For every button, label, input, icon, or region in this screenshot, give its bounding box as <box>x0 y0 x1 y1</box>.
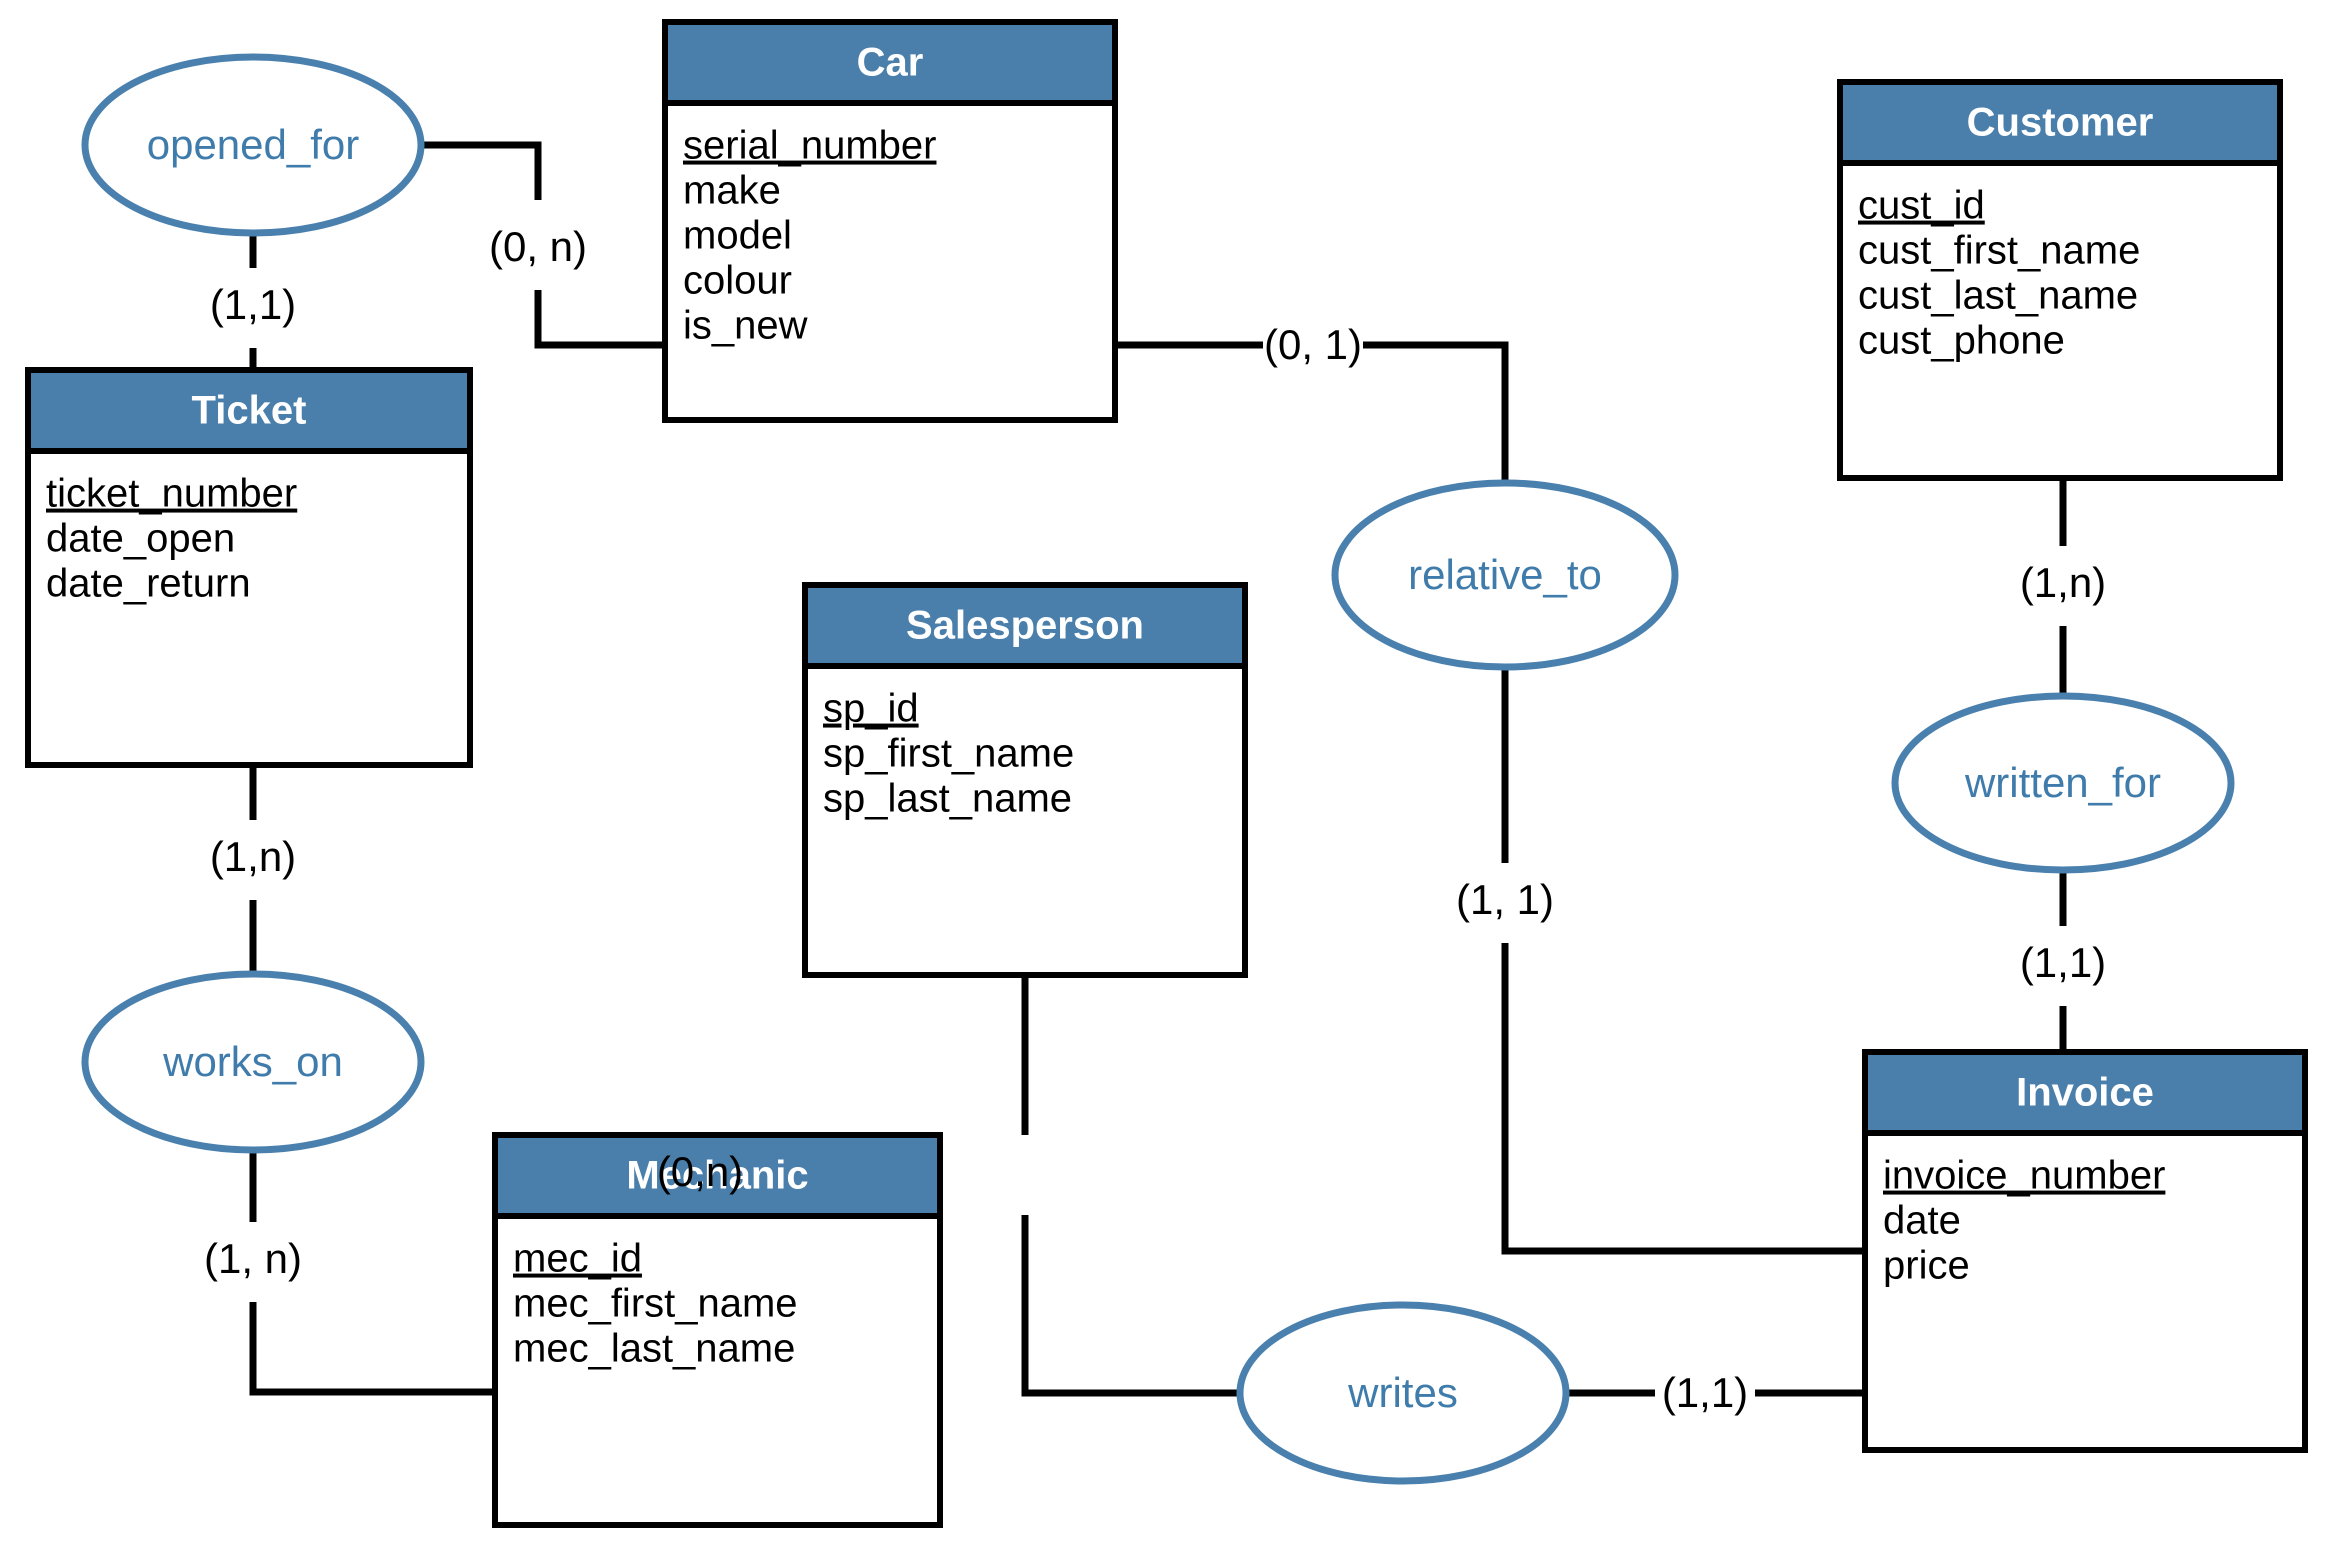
cardinality-label: (1,1) <box>210 281 296 328</box>
cardinality-label: (0, 1) <box>1264 321 1362 368</box>
entity-attribute: cust_phone <box>1858 319 2065 363</box>
connector-line <box>1363 341 1509 483</box>
entity-title: Car <box>857 41 924 85</box>
relationship-label: opened_for <box>147 121 360 168</box>
entity-attribute: model <box>683 214 792 258</box>
connector-line <box>1501 943 1865 1255</box>
cardinality-label: (1,1) <box>2020 939 2106 986</box>
entity-attribute: mec_last_name <box>513 1327 795 1371</box>
relationship-label: written_for <box>1964 759 2161 806</box>
entity-invoice[interactable]: Invoice invoice_numberdateprice <box>1862 1049 2308 1453</box>
cardinality-label: (1, n) <box>204 1235 302 1282</box>
entity-title: Customer <box>1967 101 2154 145</box>
entity-attribute: colour <box>683 259 792 303</box>
entity-attribute: sp_first_name <box>823 732 1074 776</box>
connector-line <box>534 290 665 349</box>
relationship-label: works_on <box>162 1038 343 1085</box>
connector-line <box>421 141 542 200</box>
entity-attribute-key: invoice_number <box>1883 1154 2165 1198</box>
cardinality-label: (1,n) <box>210 833 296 880</box>
entity-attribute-key: mec_id <box>513 1237 642 1281</box>
entity-attribute: price <box>1883 1244 1970 1288</box>
cardinality-label: (1,n) <box>2020 559 2106 606</box>
entity-attribute: date <box>1883 1199 1961 1243</box>
entity-attribute: cust_last_name <box>1858 274 2138 318</box>
relationship-opened_for[interactable]: opened_for <box>81 53 425 237</box>
entity-car[interactable]: Car serial_numbermakemodelcolouris_new <box>662 19 1118 423</box>
cardinality-label: (1,1) <box>1662 1369 1748 1416</box>
entity-attribute: date_open <box>46 517 235 561</box>
relationship-written_for[interactable]: written_for <box>1891 692 2235 874</box>
er-diagram-svg: Car serial_numbermakemodelcolouris_new Cus… <box>25 19 2308 1528</box>
entity-title: Ticket <box>192 389 307 433</box>
connector-line <box>1021 1215 1240 1397</box>
entity-attribute-key: ticket_number <box>46 472 297 516</box>
relationship-label: relative_to <box>1408 551 1602 598</box>
entity-title: Invoice <box>2016 1071 2154 1115</box>
entity-attribute: is_new <box>683 304 808 348</box>
cardinality-label: (0, n) <box>489 223 587 270</box>
entity-salesperson[interactable]: Salesperson sp_idsp_first_namesp_last_nam… <box>802 582 1248 978</box>
entity-attribute: sp_last_name <box>823 777 1072 821</box>
relationship-works_on[interactable]: works_on <box>81 970 425 1154</box>
entity-attribute: cust_first_name <box>1858 229 2140 273</box>
cardinality-label: (0,n) <box>657 1148 743 1195</box>
entity-attribute: date_return <box>46 562 251 606</box>
connector-line <box>249 1302 495 1396</box>
entity-customer[interactable]: Customer cust_idcust_first_namecust_last_… <box>1837 79 2283 481</box>
er-diagram-canvas: Car serial_number make model colour is_new Cus… <box>0 0 2330 1552</box>
cardinality-label: (1, 1) <box>1456 876 1554 923</box>
entity-attribute: mec_first_name <box>513 1282 798 1326</box>
relationship-writes[interactable]: writes <box>1236 1301 1570 1485</box>
entity-ticket[interactable]: Ticket ticket_numberdate_opendate_return <box>25 367 473 768</box>
entity-attribute: make <box>683 169 781 213</box>
entity-title: Salesperson <box>906 604 1144 648</box>
entity-attribute-key: sp_id <box>823 687 919 731</box>
entity-attribute-key: serial_number <box>683 124 936 168</box>
relationship-relative_to[interactable]: relative_to <box>1331 479 1679 671</box>
relationship-label: writes <box>1347 1369 1458 1416</box>
entity-attribute-key: cust_id <box>1858 184 1985 228</box>
